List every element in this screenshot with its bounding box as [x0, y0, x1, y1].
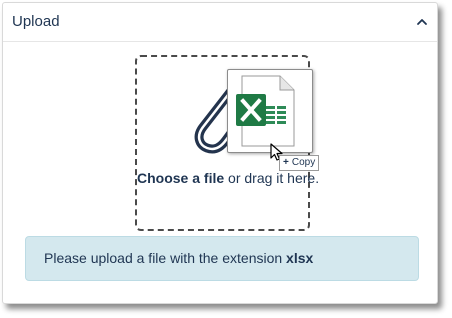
collapse-button[interactable] [411, 11, 433, 33]
chevron-up-icon [417, 19, 427, 25]
copy-label: Copy [291, 157, 316, 168]
info-message-text: Please upload a file with the extension [44, 250, 287, 266]
dropzone-instructions: Choose a file or drag it here. [137, 170, 319, 186]
drag-hint: or drag it here. [224, 170, 320, 186]
choose-file-link[interactable]: Choose a file [137, 170, 224, 186]
extension-info-alert: Please upload a file with the extension … [25, 236, 419, 281]
excel-file-icon [227, 69, 313, 153]
panel-title: Upload [12, 13, 60, 30]
file-dropzone[interactable]: + Copy Choose a file or drag it here. [135, 55, 320, 231]
plus-icon: + [283, 157, 289, 168]
extension-label: xlsx [286, 250, 314, 266]
info-message: Please upload a file with the extension … [44, 250, 313, 266]
panel-header: Upload [3, 3, 437, 42]
upload-panel: Upload + Copy Choose a file or drag it h… [2, 2, 438, 304]
copy-tooltip: + Copy [279, 155, 320, 171]
